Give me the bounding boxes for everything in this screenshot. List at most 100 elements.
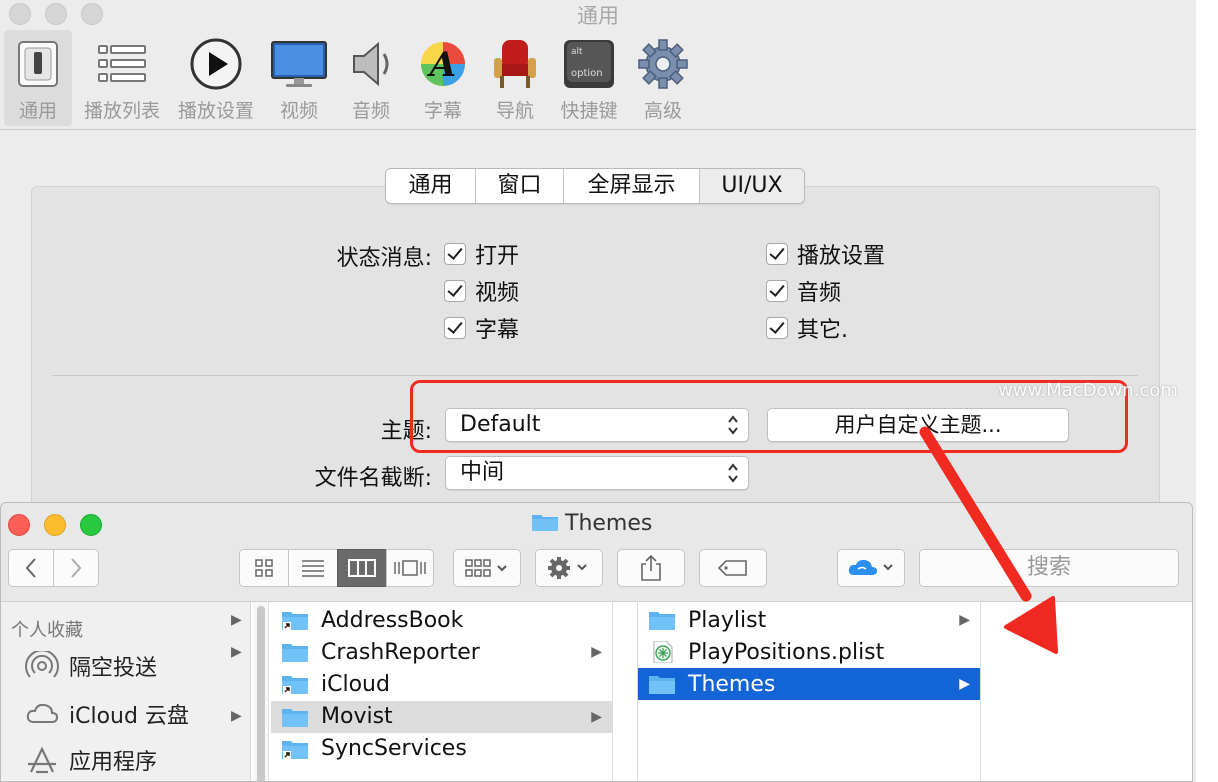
- folder-icon: [649, 676, 675, 695]
- list-icon: [98, 45, 146, 82]
- preferences-toolbar: 通用 播放列表 播放设置 视频 音频 A 字幕 导航 alt option 快捷…: [0, 30, 1196, 130]
- disclosure-arrow-icon: ▶: [231, 708, 242, 724]
- tags-button[interactable]: [699, 549, 767, 587]
- sidebar: 个人收藏 隔空投送 iCloud 云盘 应用程序: [1, 602, 251, 781]
- file-name: SyncServices: [321, 736, 467, 762]
- grid-icon: [255, 559, 273, 577]
- toolbar-video[interactable]: 视频: [266, 30, 332, 126]
- file-row[interactable]: SyncServices: [271, 733, 612, 765]
- toolbar-general[interactable]: 通用: [4, 30, 72, 126]
- file-row[interactable]: Playlist ▶: [638, 604, 980, 636]
- finder-content: 个人收藏 隔空投送 iCloud 云盘 应用程序 ▶ ▶ ▶ AddressBo…: [1, 601, 1192, 781]
- toolbar-subtitles[interactable]: A 字幕: [410, 30, 476, 126]
- sidebar-item-airdrop[interactable]: 隔空投送: [25, 650, 157, 682]
- font-icon: A: [421, 42, 465, 86]
- checkbox-label: 字幕: [475, 318, 520, 343]
- checkbox-other[interactable]: 其它.: [766, 314, 848, 343]
- folder-icon: [282, 708, 308, 727]
- disclosure-arrow-icon: ▶: [231, 644, 242, 660]
- toolbar-navigation[interactable]: 导航: [482, 30, 548, 126]
- folder-icon: [282, 612, 308, 630]
- column-gap: [613, 602, 638, 781]
- folder-icon: [282, 676, 308, 695]
- minimize-button[interactable]: [44, 514, 66, 536]
- column-view-button[interactable]: [337, 549, 387, 587]
- list-icon: [302, 560, 324, 577]
- share-icon: [641, 554, 661, 581]
- tab-window[interactable]: 窗口: [476, 169, 564, 203]
- checkbox-label: 打开: [475, 244, 520, 269]
- gear-icon: [548, 557, 587, 579]
- toolbar-playlist[interactable]: 播放列表: [78, 30, 166, 126]
- theater-seat-icon: [494, 40, 536, 88]
- folder-icon: [282, 644, 308, 663]
- toolbar-label: 视频: [279, 100, 318, 122]
- arrange-icon: [465, 559, 507, 577]
- file-row[interactable]: CrashReporter ▶: [271, 636, 612, 668]
- disclosure-arrow-icon: ▶: [959, 612, 970, 628]
- zoom-button[interactable]: [80, 514, 102, 536]
- close-button[interactable]: [8, 514, 30, 536]
- toolbar-shortcuts[interactable]: alt option 快捷键: [554, 30, 624, 126]
- tab-uiux[interactable]: UI/UX: [700, 169, 804, 203]
- action-button[interactable]: [535, 549, 603, 587]
- checkbox-box: [766, 243, 788, 265]
- chevron-left-icon: [25, 558, 36, 578]
- folder-icon: [532, 515, 558, 531]
- cover-flow-button[interactable]: [386, 549, 434, 587]
- search-field[interactable]: 搜索: [919, 549, 1179, 587]
- svg-text:A: A: [427, 45, 456, 85]
- share-button[interactable]: [617, 549, 685, 587]
- icloud-button[interactable]: [837, 549, 905, 587]
- speaker-icon: [353, 41, 389, 87]
- toolbar-label: 播放设置: [177, 100, 254, 122]
- checkbox-subtitles[interactable]: 字幕: [444, 314, 520, 343]
- file-row[interactable]: PlayPositions.plist: [638, 636, 980, 668]
- chevron-right-icon: [71, 558, 82, 578]
- tab-fullscreen[interactable]: 全屏显示: [564, 169, 700, 203]
- sidebar-item-icloud-drive[interactable]: iCloud 云盘: [25, 698, 189, 730]
- checkbox-audio[interactable]: 音频: [766, 277, 842, 306]
- file-row[interactable]: AddressBook: [271, 604, 612, 636]
- toolbar-playback[interactable]: 播放设置: [172, 30, 260, 126]
- finder-window: Themes 搜索 个人收藏 隔空投送 iCloud 云盘 应用程序 ▶ ▶ ▶…: [0, 502, 1193, 782]
- filename-truncation-value: 中间: [460, 460, 505, 485]
- checkbox-label: 音频: [797, 281, 842, 306]
- sidebar-item-applications[interactable]: 应用程序: [25, 744, 157, 776]
- column-2: Playlist ▶ PlayPositions.plist Themes ▶: [638, 602, 981, 781]
- file-row[interactable]: Movist ▶: [271, 700, 612, 733]
- checkbox-open[interactable]: 打开: [444, 240, 520, 269]
- scrollbar[interactable]: [253, 602, 269, 781]
- checkbox-box: [766, 317, 788, 339]
- file-row[interactable]: iCloud: [271, 668, 612, 700]
- file-name: Movist: [321, 704, 393, 730]
- back-button[interactable]: [8, 549, 54, 587]
- tag-icon: [717, 560, 747, 576]
- watermark: www.MacDown.com: [998, 380, 1178, 401]
- checkbox-playback-settings[interactable]: 播放设置: [766, 240, 886, 269]
- checkbox-video[interactable]: 视频: [444, 277, 520, 306]
- icon-view-button[interactable]: [239, 549, 289, 587]
- filename-truncation-select[interactable]: 中间: [445, 456, 749, 490]
- scrollbar-thumb[interactable]: [257, 606, 265, 781]
- columns-icon: [348, 559, 376, 577]
- section-divider: [52, 375, 1138, 376]
- updown-chevron-icon: [728, 463, 738, 483]
- file-name: Themes: [688, 671, 776, 697]
- toolbar-label: 音频: [351, 100, 390, 122]
- list-view-button[interactable]: [288, 549, 338, 587]
- toolbar-label: 快捷键: [560, 100, 618, 122]
- forward-button[interactable]: [53, 549, 99, 587]
- svg-text:alt: alt: [571, 47, 583, 57]
- disclosure-arrow-icon: ▶: [231, 612, 242, 628]
- tab-general[interactable]: 通用: [386, 169, 476, 203]
- file-row[interactable]: Themes ▶: [638, 668, 980, 701]
- checkbox-label: 视频: [475, 281, 520, 306]
- play-icon: [190, 38, 242, 90]
- toolbar-audio[interactable]: 音频: [338, 30, 404, 126]
- toolbar-label: 字幕: [423, 100, 462, 122]
- file-name: PlayPositions.plist: [688, 639, 885, 665]
- toolbar-advanced[interactable]: 高级: [630, 30, 696, 126]
- arrange-button[interactable]: [453, 549, 521, 587]
- checkbox-label: 播放设置: [797, 244, 886, 269]
